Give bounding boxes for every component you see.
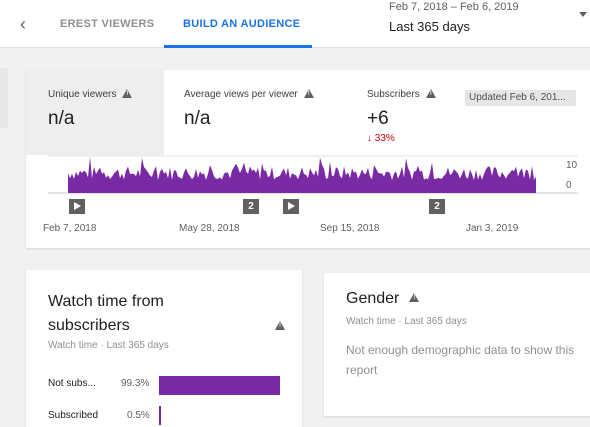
activity-chart <box>48 155 578 194</box>
warning-icon <box>409 293 420 303</box>
info-marker-icon[interactable]: 2 <box>429 199 445 214</box>
bar-label: Not subs... <box>48 378 96 389</box>
active-tab-indicator <box>164 45 312 48</box>
bar-percent: 0.5% <box>127 410 150 421</box>
x-tick-label: May 28, 2018 <box>179 223 240 234</box>
card-subtitle: Watch time · Last 365 days <box>48 340 169 351</box>
no-data-message: Not enough demographic data to show this… <box>346 343 575 377</box>
back-arrow-icon[interactable]: ‹ <box>20 14 36 34</box>
y-tick-label: 10 <box>566 160 578 171</box>
left-strip <box>0 68 8 128</box>
bar-percent: 99.3% <box>121 378 150 389</box>
warning-icon <box>275 321 285 330</box>
bar-subscribed <box>159 406 161 425</box>
card-title: Watch time from subscribers <box>48 293 164 334</box>
x-tick-label: Jan 3, 2019 <box>466 223 519 234</box>
date-range-text: Feb 7, 2018 – Feb 6, 2019 <box>389 1 519 13</box>
top-tab-bar: ‹ EREST VIEWERS BUILD AN AUDIENCE Feb 7,… <box>0 0 590 48</box>
overview-card: Unique viewers n/a Average views per vie… <box>26 70 590 248</box>
play-marker-icon[interactable] <box>69 199 85 214</box>
date-selector[interactable]: Last 365 days <box>389 19 470 34</box>
tab-interest-viewers[interactable]: EREST VIEWERS <box>60 18 154 30</box>
bar-label: Subscribed <box>48 410 99 421</box>
x-tick-label: Feb 7, 2018 <box>43 223 97 234</box>
card-subtitle: Watch time · Last 365 days <box>346 316 467 327</box>
play-marker-icon[interactable] <box>283 199 299 214</box>
info-marker-icon[interactable]: 2 <box>243 199 259 214</box>
y-tick-label: 0 <box>566 180 572 191</box>
watch-time-card: Watch time from subscribers Watch time ·… <box>26 270 302 427</box>
date-dropdown-icon[interactable] <box>579 12 587 17</box>
bar-not-subscribed <box>159 376 281 395</box>
x-tick-label: Sep 15, 2018 <box>320 223 380 234</box>
gender-card: Gender Watch time · Last 365 days Not en… <box>324 273 590 416</box>
card-title: Gender <box>346 290 420 308</box>
tab-build-an-audience[interactable]: BUILD AN AUDIENCE <box>183 18 300 30</box>
activity-area <box>68 156 536 193</box>
